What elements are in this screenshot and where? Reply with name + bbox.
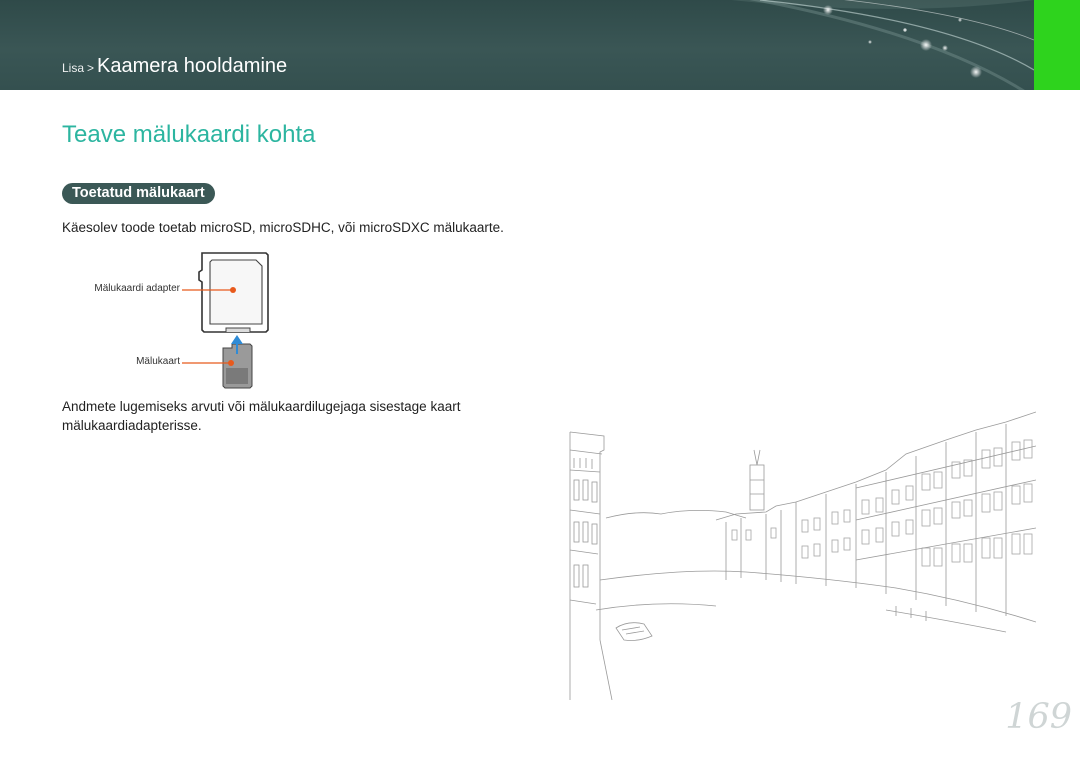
chapter-tab[interactable] (1034, 0, 1080, 90)
intro-text: Käesolev toode toetab microSD, microSDHC… (62, 220, 504, 235)
card-label: Mälukaart (136, 356, 180, 367)
page-number: 169 (1005, 697, 1072, 737)
breadcrumb-parent[interactable]: Lisa (62, 61, 84, 75)
adapter-label: Mälukaardi adapter (94, 283, 180, 294)
page-title: Teave mälukaardi kohta (62, 121, 316, 148)
subsection-heading: Toetatud mälukaart (62, 183, 215, 204)
breadcrumb-separator: > (87, 61, 95, 75)
instruction-text: Andmete lugemiseks arvuti või mälukaardi… (62, 399, 461, 433)
breadcrumb: Lisa > Kaamera hooldamine (62, 55, 287, 78)
adapter-card-illustration (182, 252, 269, 389)
breadcrumb-current: Kaamera hooldamine (97, 55, 288, 77)
city-street-sketch (569, 411, 1036, 700)
memory-card-figure: Mälukaardi adapter Mälukaart (60, 250, 280, 400)
page-header: Lisa > Kaamera hooldamine (0, 0, 1034, 90)
